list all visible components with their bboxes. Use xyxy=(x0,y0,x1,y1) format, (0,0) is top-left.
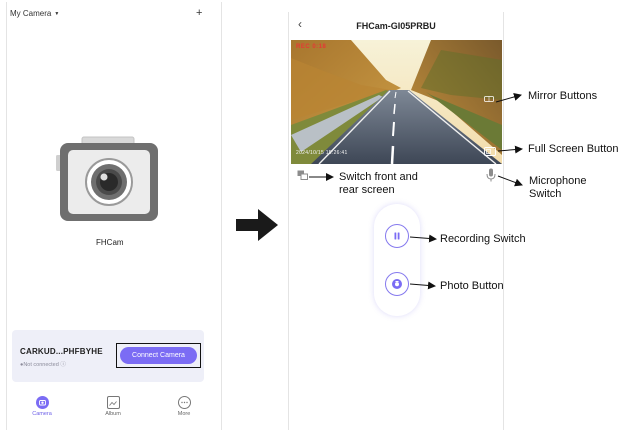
label-switch-screen-line1: Switch front and xyxy=(339,171,418,183)
tab-more[interactable]: More xyxy=(164,392,204,417)
label-mirror-buttons: Mirror Buttons xyxy=(528,90,598,102)
pause-icon xyxy=(394,232,400,240)
connection-status: ●Not connected ⓘ xyxy=(20,362,66,368)
photo-button[interactable] xyxy=(385,272,409,296)
plus-icon[interactable]: + xyxy=(196,8,202,19)
tab-camera[interactable]: Camera xyxy=(22,392,62,417)
more-icon xyxy=(177,396,191,409)
live-video-feed[interactable] xyxy=(291,40,502,164)
camera-shutter-icon xyxy=(392,279,402,289)
bottom-tab-bar: Camera Album More xyxy=(6,392,220,430)
device-card[interactable]: CARKUD...PHFBYHE ●Not connected ⓘ Connec… xyxy=(12,330,204,382)
right-arrow-icon xyxy=(236,209,278,241)
tab-album-label: Album xyxy=(105,411,121,417)
capture-controls xyxy=(374,204,420,316)
label-microphone-switch: Microphone Switch xyxy=(529,175,586,201)
label-recording-switch: Recording Switch xyxy=(440,233,526,245)
recording-switch[interactable] xyxy=(385,224,409,248)
label-switch-screen: Switch front and rear screen xyxy=(339,171,418,197)
label-switch-screen-line2: rear screen xyxy=(339,184,395,196)
page-title: FHCam-GI05PRBU xyxy=(356,21,436,31)
camera-tab-icon xyxy=(35,396,49,409)
label-microphone-line1: Microphone xyxy=(529,175,587,187)
label-microphone-line2: Switch xyxy=(529,188,562,200)
recording-indicator: REC 0:18 xyxy=(296,44,327,50)
tab-more-label: More xyxy=(177,411,191,417)
camera-name: FHCam xyxy=(96,238,124,247)
camera-selector[interactable]: My Camera ▼ xyxy=(10,9,59,18)
label-full-screen-button: Full Screen Button xyxy=(528,143,619,155)
camera-illustration xyxy=(56,136,158,221)
fullscreen-icon[interactable] xyxy=(484,147,496,156)
device-name: CARKUD...PHFBYHE xyxy=(20,347,103,356)
album-icon xyxy=(106,396,120,409)
tab-album[interactable]: Album xyxy=(93,392,133,417)
label-photo-button: Photo Button xyxy=(440,280,504,292)
video-timestamp: 2024/10/15 15:26:41 xyxy=(296,150,348,156)
connect-camera-button[interactable]: Connect Camera xyxy=(120,347,197,364)
switch-screen-icon[interactable] xyxy=(297,170,308,180)
mirror-icon[interactable] xyxy=(484,96,494,102)
microphone-icon[interactable] xyxy=(486,168,496,182)
tab-camera-label: Camera xyxy=(32,411,52,417)
camera-selector-label: My Camera xyxy=(10,9,52,18)
dropdown-caret-icon: ▼ xyxy=(54,11,60,17)
